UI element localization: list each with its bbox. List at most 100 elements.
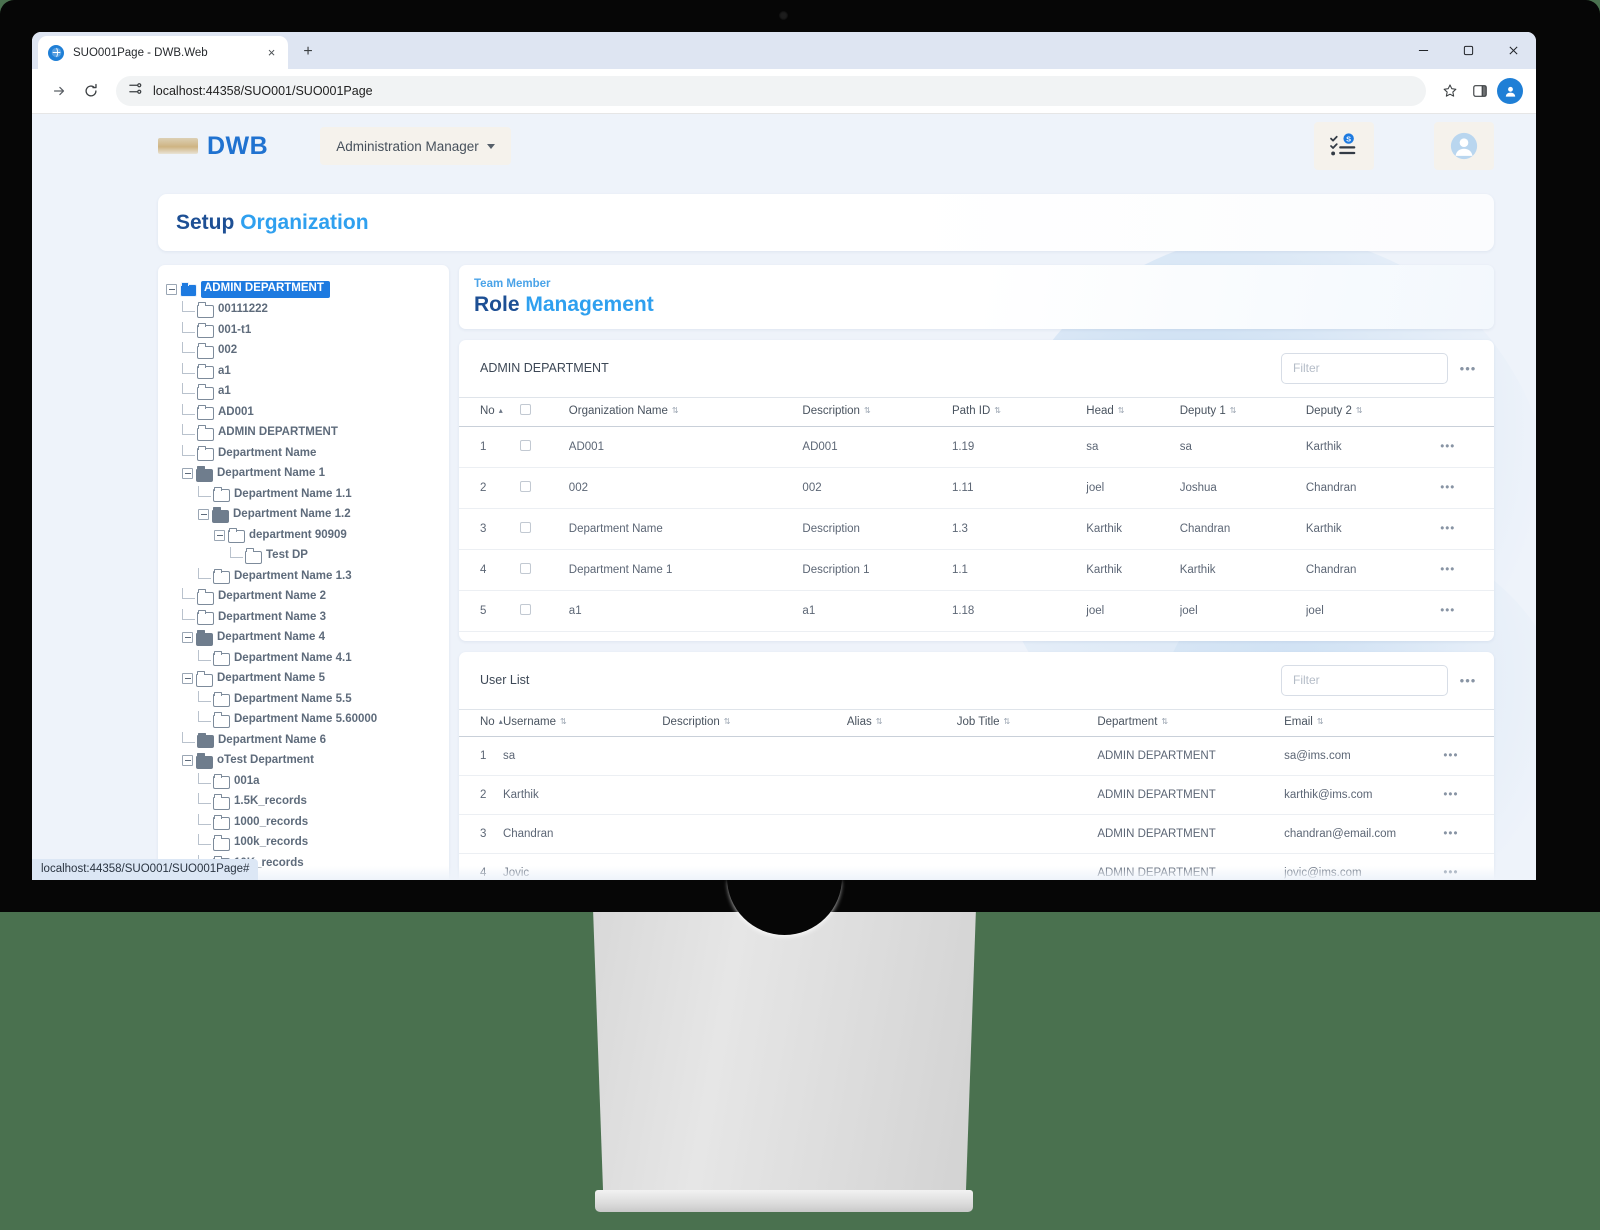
tree-node[interactable]: AD001 [166, 402, 443, 423]
row-checkbox[interactable] [519, 562, 531, 574]
tree-node[interactable]: ADMIN DEPARTMENT [166, 423, 443, 444]
row-checkbox[interactable] [519, 521, 531, 533]
table-row[interactable]: 2 002 002 1.11 joel Joshua Chandran ••• [459, 467, 1494, 509]
tree-node[interactable]: 1.5K_records [166, 792, 443, 813]
tree-node[interactable]: Department Name 4.1 [166, 648, 443, 669]
row-menu-icon[interactable]: ••• [1443, 789, 1458, 801]
tree-node[interactable]: Department Name 1.3 [166, 566, 443, 587]
window-minimize-button[interactable] [1401, 32, 1446, 69]
organization-tree-panel[interactable]: ADMIN DEPARTMENT 00111222 001-t1 002 a1 a1 AD0… [158, 265, 449, 880]
sort-toggle-icon[interactable]: ⇅ [724, 717, 731, 726]
column-header[interactable]: Alias ⇅ [846, 708, 957, 737]
module-selector-dropdown[interactable]: Administration Manager [320, 127, 511, 165]
new-tab-button[interactable]: + [296, 40, 320, 64]
column-header[interactable]: Job Title ⇅ [956, 708, 1098, 737]
tree-node[interactable]: Department Name 2 [166, 587, 443, 608]
row-menu-icon[interactable]: ••• [1443, 867, 1458, 879]
column-header[interactable]: Department ⇅ [1097, 708, 1285, 737]
tree-collapse-toggle[interactable] [214, 529, 225, 541]
forward-button[interactable] [44, 76, 74, 106]
tree-node[interactable]: oTest Department [166, 751, 443, 772]
sort-toggle-icon[interactable]: ⇅ [876, 717, 883, 726]
column-header[interactable]: Description ⇅ [802, 396, 952, 427]
task-checklist-button[interactable]: S [1314, 122, 1374, 170]
app-logo[interactable]: DWB [158, 132, 268, 161]
sort-toggle-icon[interactable]: ⇅ [994, 406, 1001, 415]
tree-node[interactable]: 001-t1 [166, 320, 443, 341]
sort-toggle-icon[interactable]: ⇅ [560, 717, 567, 726]
sort-toggle-icon[interactable]: ⇅ [1356, 406, 1363, 415]
sort-toggle-icon[interactable]: ⇅ [1230, 406, 1237, 415]
row-menu-icon[interactable]: ••• [1440, 441, 1455, 453]
tree-node[interactable]: Department Name 6 [166, 730, 443, 751]
table-row[interactable]: 1 sa ADMIN DEPARTMENT sa@ims.com ••• [459, 736, 1494, 776]
tree-node[interactable]: a1 [166, 361, 443, 382]
column-header[interactable]: Deputy 2 ⇅ [1305, 396, 1441, 427]
column-header[interactable]: Path ID ⇅ [951, 396, 1087, 427]
column-header[interactable]: Email ⇅ [1284, 708, 1444, 737]
tree-collapse-toggle[interactable] [182, 632, 193, 644]
browser-profile-button[interactable] [1496, 77, 1524, 105]
tree-collapse-toggle[interactable] [198, 509, 209, 521]
column-header[interactable]: Head ⇅ [1086, 396, 1180, 427]
window-close-button[interactable] [1491, 32, 1536, 69]
row-menu-icon[interactable]: ••• [1440, 523, 1455, 535]
tree-collapse-toggle[interactable] [182, 755, 193, 767]
sort-toggle-icon[interactable]: ⇅ [672, 406, 679, 415]
tree-node[interactable]: Department Name 1.2 [166, 505, 443, 526]
side-panel-icon[interactable] [1466, 77, 1494, 105]
column-header[interactable]: Description ⇅ [662, 708, 847, 737]
tree-collapse-toggle[interactable] [166, 283, 177, 295]
table-row[interactable]: 1 AD001 AD001 1.19 sa sa Karthik ••• [459, 426, 1494, 468]
window-maximize-button[interactable] [1446, 32, 1491, 69]
tree-node[interactable]: Department Name 4 [166, 628, 443, 649]
table-row[interactable]: 2 Karthik ADMIN DEPARTMENT karthik@ims.com •… [459, 775, 1494, 815]
bookmark-star-icon[interactable] [1436, 77, 1464, 105]
row-menu-icon[interactable]: ••• [1440, 605, 1455, 617]
row-menu-icon[interactable]: ••• [1443, 828, 1458, 840]
table-row[interactable]: 4 Department Name 1 Description 1 1.1 Karthi… [459, 549, 1494, 591]
tree-node[interactable]: 001a [166, 771, 443, 792]
tree-node[interactable]: a1 [166, 382, 443, 403]
sort-toggle-icon[interactable]: ⇅ [1317, 717, 1324, 726]
tree-node[interactable]: 00111222 [166, 300, 443, 321]
column-header[interactable]: Username ⇅ [502, 708, 663, 737]
sort-toggle-icon[interactable]: ⇅ [864, 406, 871, 415]
tree-collapse-toggle[interactable] [182, 673, 193, 685]
tree-node[interactable]: 1000_records [166, 812, 443, 833]
row-menu-icon[interactable]: ••• [1443, 750, 1458, 762]
column-header[interactable]: Organization Name ⇅ [568, 396, 803, 427]
column-header[interactable]: No ▴ [459, 708, 503, 737]
page-info-icon[interactable] [128, 81, 143, 101]
column-header[interactable]: Deputy 1 ⇅ [1179, 396, 1306, 427]
sort-ascending-icon[interactable]: ▴ [499, 406, 503, 415]
sort-toggle-icon[interactable]: ⇅ [1161, 717, 1168, 726]
column-header[interactable]: No ▴ [459, 396, 520, 427]
reload-button[interactable] [76, 76, 106, 106]
tree-node[interactable]: Department Name [166, 443, 443, 464]
browser-tab[interactable]: SUO001Page - DWB.Web × [38, 36, 288, 69]
sort-toggle-icon[interactable]: ⇅ [1118, 406, 1125, 415]
user-account-button[interactable] [1434, 122, 1494, 170]
select-all-checkbox[interactable] [519, 403, 531, 415]
table-row[interactable]: 3 Department Name Description 1.3 Karthik Cha… [459, 508, 1494, 550]
tree-node[interactable]: Department Name 1 [166, 464, 443, 485]
row-checkbox[interactable] [519, 603, 531, 615]
tree-collapse-toggle[interactable] [182, 468, 193, 480]
tree-node[interactable]: 100k_records [166, 833, 443, 854]
table-row[interactable]: 5 a1 a1 1.18 joel joel joel ••• [459, 590, 1494, 632]
tree-node[interactable]: Department Name 5.5 [166, 689, 443, 710]
row-checkbox[interactable] [519, 439, 531, 451]
table-row[interactable]: 3 Chandran ADMIN DEPARTMENT chandran@email.… [459, 814, 1494, 854]
tree-node[interactable]: Department Name 3 [166, 607, 443, 628]
address-bar[interactable]: localhost:44358/SUO001/SUO001Page [116, 76, 1426, 106]
tab-close-icon[interactable]: × [263, 44, 280, 61]
tree-node[interactable]: department 90909 [166, 525, 443, 546]
tree-node[interactable]: Department Name 5.60000 [166, 710, 443, 731]
organization-table-menu-icon[interactable]: ••• [1452, 353, 1484, 383]
tree-node[interactable]: Test DP [166, 546, 443, 567]
tree-node[interactable]: ADMIN DEPARTMENT [166, 279, 443, 300]
table-row[interactable]: 4 Jovic ADMIN DEPARTMENT jovic@ims.com ••• [459, 853, 1494, 880]
user-list-filter-input[interactable] [1281, 664, 1448, 696]
organization-filter-input[interactable] [1281, 352, 1448, 384]
